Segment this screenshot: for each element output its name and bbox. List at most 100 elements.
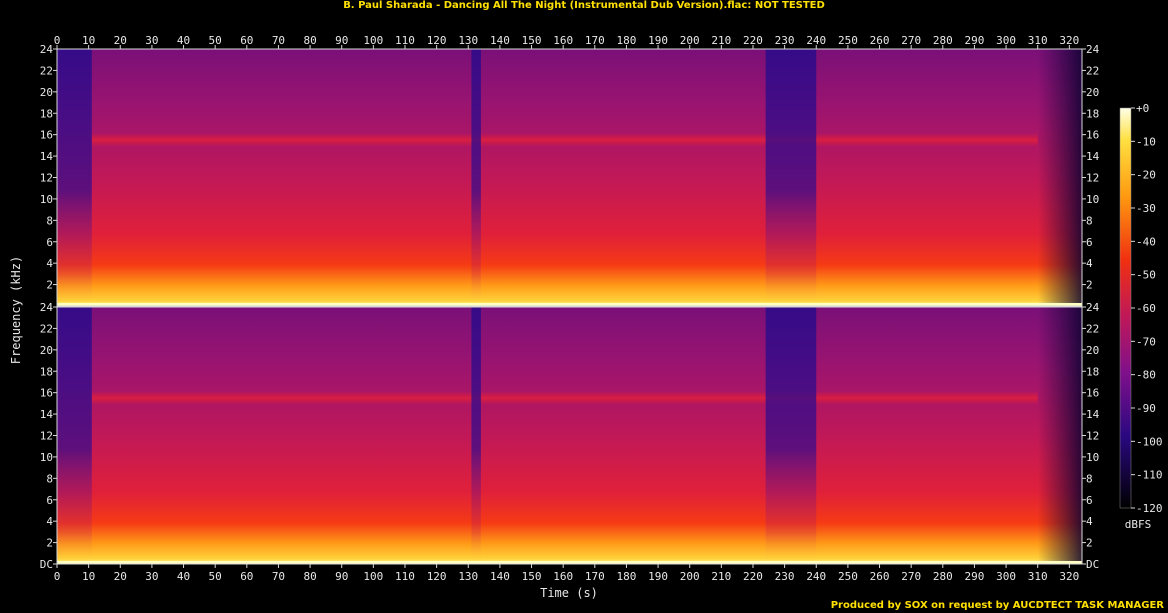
colorbar-ticks: +0 -10 -20 -30 -40 -50 -60 -70 -80 -90 -100 -110 -12… [1131, 102, 1163, 515]
y-tick-right-label: DC [1086, 558, 1099, 571]
channel-2-panel [57, 307, 1082, 564]
x-tick-bottom-label: 60 [240, 570, 253, 583]
x-tick-top-label: 180 [617, 34, 637, 47]
y-tick-left-label: 8 [46, 214, 53, 227]
x-tick-top-label: 130 [458, 34, 478, 47]
y-tick-right-label: 8 [1086, 214, 1093, 227]
colorbar-tick-label: -20 [1136, 169, 1156, 182]
colorbar-tick-label: -40 [1136, 235, 1156, 248]
y-tick-left-label: 16 [40, 387, 53, 400]
y-axis-label: Frequency (kHz) [9, 256, 23, 364]
x-tick-bottom-label: 110 [395, 570, 415, 583]
x-tick-bottom-label: 90 [335, 570, 348, 583]
x-tick-top-label: 230 [775, 34, 795, 47]
y-tick-right-label: 22 [1086, 322, 1099, 335]
x-tick-top-label: 220 [743, 34, 763, 47]
y-tick-left-label: 8 [46, 472, 53, 485]
y-tick-left-label: 24 [40, 301, 54, 314]
y-tick-right-label: 12 [1086, 172, 1099, 185]
y-tick-left-label: 12 [40, 430, 53, 443]
y-tick-left-label: DC [40, 558, 53, 571]
y-tick-right-label: 4 [1086, 515, 1093, 528]
y-tick-right-label: 10 [1086, 451, 1099, 464]
quiet-segment-ch2 [57, 307, 92, 564]
y-tick-right-label: 18 [1086, 365, 1099, 378]
colorbar-tick-label: -10 [1136, 135, 1156, 148]
x-tick-bottom-label: 280 [933, 570, 953, 583]
quiet-segment-ch2 [765, 307, 817, 564]
x-tick-top-label: 40 [177, 34, 190, 47]
footer-credit: Produced by SOX on request by AUCDTECT T… [830, 600, 1164, 611]
energy-band-ch2 [91, 391, 1038, 406]
x-tick-top-label: 160 [553, 34, 573, 47]
x-tick-bottom-label: 240 [806, 570, 826, 583]
y-tick-right-label: 4 [1086, 257, 1093, 270]
colorbar-tick-label: -90 [1136, 402, 1156, 415]
y-tick-right-label: 2 [1086, 537, 1093, 550]
y-tick-right-label: 10 [1086, 193, 1099, 206]
x-tick-bottom-label: 320 [1059, 570, 1079, 583]
x-tick-top-label: 260 [870, 34, 890, 47]
y-tick-left-label: 4 [46, 257, 53, 270]
colorbar-tick-label: -110 [1136, 469, 1163, 482]
x-tick-top-label: 150 [522, 34, 542, 47]
x-tick-bottom-label: 170 [585, 570, 605, 583]
x-tick-bottom-label: 210 [711, 570, 731, 583]
y-tick-left-label: 18 [40, 107, 53, 120]
colorbar-tick-label: -70 [1136, 335, 1156, 348]
x-tick-top-label: 70 [272, 34, 285, 47]
y-tick-right-label: 6 [1086, 236, 1093, 249]
energy-band-ch1 [91, 133, 1038, 148]
x-tick-bottom-label: 290 [965, 570, 985, 583]
x-tick-top-label: 90 [335, 34, 348, 47]
x-tick-top-label: 110 [395, 34, 415, 47]
y-tick-left-label: 6 [46, 494, 53, 507]
y-tick-right-label: 6 [1086, 494, 1093, 507]
x-tick-top-label: 0 [54, 34, 61, 47]
x-tick-bottom-label: 180 [617, 570, 637, 583]
y-tick-left-label: 4 [46, 515, 53, 528]
x-tick-bottom-label: 230 [775, 570, 795, 583]
x-tick-top-label: 120 [427, 34, 447, 47]
quiet-segment-ch1 [471, 49, 481, 306]
y-tick-left-label: 20 [40, 344, 53, 357]
x-tick-bottom-label: 10 [82, 570, 95, 583]
quiet-segment-ch1 [57, 49, 92, 306]
x-tick-top-label: 320 [1059, 34, 1079, 47]
x-tick-bottom-label: 70 [272, 570, 285, 583]
x-tick-top-label: 80 [303, 34, 316, 47]
spectrogram-chart: 0 0 10 10 20 20 30 30 40 40 50 50 60 60 70 70 80 80 90 90 10… [9, 34, 1163, 600]
x-tick-bottom-label: 120 [427, 570, 447, 583]
x-tick-bottom-label: 30 [145, 570, 158, 583]
x-tick-top-label: 210 [711, 34, 731, 47]
x-tick-bottom-label: 50 [209, 570, 222, 583]
quiet-segment-ch1 [765, 49, 817, 306]
y-tick-left-label: 14 [40, 408, 54, 421]
y-tick-left-label: 18 [40, 365, 53, 378]
colorbar-label: dBFS [1125, 518, 1152, 531]
y-tick-right-label: 16 [1086, 129, 1099, 142]
x-tick-bottom-label: 300 [996, 570, 1016, 583]
y-tick-right-label: 20 [1086, 86, 1099, 99]
x-tick-bottom-label: 40 [177, 570, 190, 583]
y-tick-right-label: 14 [1086, 150, 1100, 163]
y-tick-left-label: 22 [40, 64, 53, 77]
y-tick-right-label: 14 [1086, 408, 1100, 421]
colorbar-tick-label: -30 [1136, 202, 1156, 215]
x-tick-top-label: 290 [965, 34, 985, 47]
quiet-segment-ch2 [471, 307, 481, 564]
x-tick-bottom-label: 100 [363, 570, 383, 583]
x-tick-top-label: 10 [82, 34, 95, 47]
y-tick-left-label: 14 [40, 150, 54, 163]
x-tick-top-label: 20 [114, 34, 127, 47]
x-tick-bottom-label: 260 [870, 570, 890, 583]
x-tick-top-label: 100 [363, 34, 383, 47]
y-tick-left-label: 10 [40, 451, 53, 464]
y-tick-right-label: 20 [1086, 344, 1099, 357]
y-tick-right-label: 8 [1086, 472, 1093, 485]
x-tick-top-label: 300 [996, 34, 1016, 47]
x-tick-top-label: 60 [240, 34, 253, 47]
x-tick-bottom-label: 20 [114, 570, 127, 583]
y-tick-left-label: 20 [40, 86, 53, 99]
x-tick-bottom-label: 250 [838, 570, 858, 583]
